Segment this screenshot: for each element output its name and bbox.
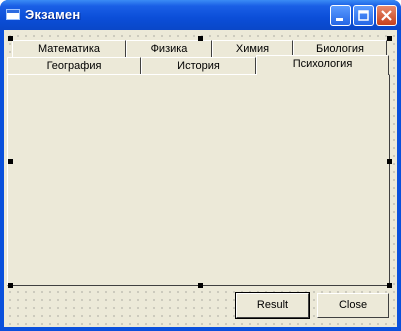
selection-handle[interactable] — [8, 283, 13, 288]
close-icon — [381, 10, 392, 21]
window-icon — [6, 9, 20, 20]
selection-handle[interactable] — [8, 36, 13, 41]
minimize-button[interactable] — [330, 5, 351, 26]
minimize-icon — [336, 18, 343, 21]
selection-handle[interactable] — [387, 283, 392, 288]
selection-handle[interactable] — [198, 283, 203, 288]
title-bar[interactable]: Экзамен — [0, 0, 401, 30]
tab-physics[interactable]: Физика — [126, 40, 212, 58]
tab-history[interactable]: История — [141, 57, 256, 75]
tab-geography[interactable]: География — [7, 57, 141, 75]
selection-handle[interactable] — [8, 159, 13, 164]
tab-psychology[interactable]: Психология — [256, 55, 389, 75]
selection-handle[interactable] — [387, 159, 392, 164]
selection-handle[interactable] — [198, 36, 203, 41]
window-title: Экзамен — [25, 7, 81, 22]
tab-mathematics[interactable]: Математика — [12, 40, 126, 58]
result-button[interactable]: Result — [235, 292, 310, 319]
subject-tab-control: Математика Физика Химия Биология Географ… — [7, 36, 390, 286]
maximize-icon — [358, 10, 369, 21]
selection-handle[interactable] — [387, 36, 392, 41]
close-window-button[interactable] — [376, 5, 397, 26]
app-window: Экзамен Математика Физика Химия Биология… — [0, 0, 401, 331]
tab-page-psychology — [7, 74, 390, 286]
close-button[interactable]: Close — [317, 293, 389, 318]
maximize-button[interactable] — [353, 5, 374, 26]
